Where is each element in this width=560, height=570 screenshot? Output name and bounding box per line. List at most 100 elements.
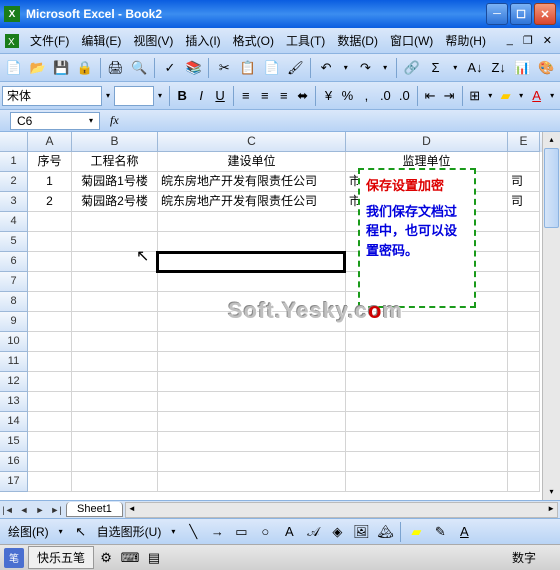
cell[interactable] [28, 312, 72, 332]
cell[interactable] [28, 252, 72, 272]
cell[interactable] [72, 232, 158, 252]
cell[interactable] [346, 392, 508, 412]
redo-dropdown[interactable]: ▾ [377, 57, 393, 79]
cell[interactable] [72, 352, 158, 372]
chart-button[interactable]: 📊 [512, 57, 534, 79]
wordart-button[interactable]: 𝒜 [302, 521, 324, 543]
cell[interactable] [158, 212, 346, 232]
menu-file[interactable]: 文件(F) [24, 30, 75, 51]
col-header-d[interactable]: D [346, 132, 508, 152]
bold-button[interactable]: B [174, 85, 191, 107]
row-header[interactable]: 1 [0, 152, 28, 172]
hyperlink-button[interactable]: 🔗 [401, 57, 423, 79]
cells-area[interactable]: 序号 工程名称 建设单位 监理单位 1 菊园路1号楼 皖东房地产开发有限责任公司… [28, 152, 540, 500]
cell[interactable] [346, 452, 508, 472]
percent-button[interactable]: % [339, 85, 356, 107]
close-button[interactable]: ✕ [534, 3, 556, 25]
cell[interactable] [508, 212, 540, 232]
cut-button[interactable]: ✂ [213, 57, 235, 79]
tab-nav-prev[interactable]: ◄ [16, 502, 32, 518]
borders-dropdown[interactable]: ▾ [484, 85, 496, 107]
cell[interactable] [508, 472, 540, 492]
cell[interactable] [158, 272, 346, 292]
cell[interactable] [508, 352, 540, 372]
diagram-button[interactable]: ◈ [326, 521, 348, 543]
cell[interactable] [28, 352, 72, 372]
cell[interactable] [158, 332, 346, 352]
paste-button[interactable]: 📄 [261, 57, 283, 79]
rectangle-button[interactable]: ▭ [230, 521, 252, 543]
cell[interactable] [72, 212, 158, 232]
cell[interactable] [72, 452, 158, 472]
cell[interactable] [158, 472, 346, 492]
cell[interactable] [158, 412, 346, 432]
research-button[interactable]: 📚 [183, 57, 205, 79]
wb-restore[interactable]: ❐ [519, 34, 537, 47]
increase-indent-button[interactable]: ⇥ [441, 85, 458, 107]
align-right-button[interactable]: ≡ [275, 85, 292, 107]
open-button[interactable]: 📂 [27, 57, 49, 79]
menu-view[interactable]: 视图(V) [127, 30, 179, 51]
col-header-b[interactable]: B [72, 132, 158, 152]
autoshapes-dropdown[interactable]: ▾ [165, 521, 181, 543]
scroll-down-button[interactable]: ▾ [543, 484, 560, 500]
picture-button[interactable]: 🏔 [374, 521, 396, 543]
sort-desc-button[interactable]: Z↓ [488, 57, 510, 79]
cell[interactable] [346, 352, 508, 372]
line-button[interactable]: ╲ [182, 521, 204, 543]
cell[interactable] [28, 372, 72, 392]
horizontal-scrollbar[interactable] [125, 502, 558, 518]
row-header[interactable]: 7 [0, 272, 28, 292]
scroll-track[interactable] [543, 148, 560, 484]
cell[interactable]: 皖东房地产开发有限责任公司 [158, 192, 346, 212]
increase-decimal-button[interactable]: .0 [377, 85, 394, 107]
col-header-c[interactable]: C [158, 132, 346, 152]
col-header-e[interactable]: E [508, 132, 540, 152]
row-header[interactable]: 6 [0, 252, 28, 272]
cell[interactable] [508, 312, 540, 332]
permission-button[interactable]: 🔒 [74, 57, 96, 79]
cell[interactable] [72, 372, 158, 392]
cell[interactable] [508, 452, 540, 472]
print-button[interactable]: 🖨 [105, 57, 127, 79]
cell[interactable]: 菊园路1号楼 [72, 172, 158, 192]
borders-button[interactable]: ⊞ [466, 85, 483, 107]
row-header[interactable]: 10 [0, 332, 28, 352]
cell[interactable] [508, 252, 540, 272]
drawing-button[interactable]: 🎨 [535, 57, 557, 79]
select-all-corner[interactable] [0, 132, 28, 152]
align-left-button[interactable]: ≡ [237, 85, 254, 107]
italic-button[interactable]: I [193, 85, 210, 107]
row-header[interactable]: 9 [0, 312, 28, 332]
arrow-button[interactable]: → [206, 521, 228, 543]
draw-dropdown[interactable]: ▾ [53, 521, 69, 543]
fx-icon[interactable]: fx [110, 113, 119, 128]
menu-format[interactable]: 格式(O) [227, 30, 280, 51]
spreadsheet-grid[interactable]: A B C D E 1 2 3 4 5 6 7 8 9 10 11 12 13 … [0, 132, 542, 500]
sheet-tab[interactable]: Sheet1 [66, 502, 123, 517]
row-header[interactable]: 5 [0, 232, 28, 252]
cell[interactable] [72, 312, 158, 332]
new-button[interactable]: 📄 [3, 57, 25, 79]
cell[interactable] [346, 432, 508, 452]
undo-button[interactable]: ↶ [315, 57, 337, 79]
cell[interactable]: 皖东房地产开发有限责任公司 [158, 172, 346, 192]
ime-btn[interactable]: ⌨ [119, 547, 141, 569]
draw-menu[interactable]: 绘图(R) [4, 521, 53, 542]
cell[interactable] [508, 232, 540, 252]
font-color-dropdown[interactable]: ▾ [546, 85, 558, 107]
preview-button[interactable]: 🔍 [128, 57, 150, 79]
ime-btn[interactable]: ⚙ [95, 547, 117, 569]
menu-edit[interactable]: 编辑(E) [75, 30, 127, 51]
cell[interactable] [508, 152, 540, 172]
undo-dropdown[interactable]: ▾ [338, 57, 354, 79]
cell[interactable] [28, 452, 72, 472]
cell[interactable] [158, 252, 346, 272]
menu-help[interactable]: 帮助(H) [439, 30, 492, 51]
underline-button[interactable]: U [212, 85, 229, 107]
cell[interactable] [158, 312, 346, 332]
menu-window[interactable]: 窗口(W) [384, 30, 439, 51]
tab-nav-last[interactable]: ►| [48, 502, 64, 518]
oval-button[interactable]: ○ [254, 521, 276, 543]
cell[interactable] [72, 332, 158, 352]
